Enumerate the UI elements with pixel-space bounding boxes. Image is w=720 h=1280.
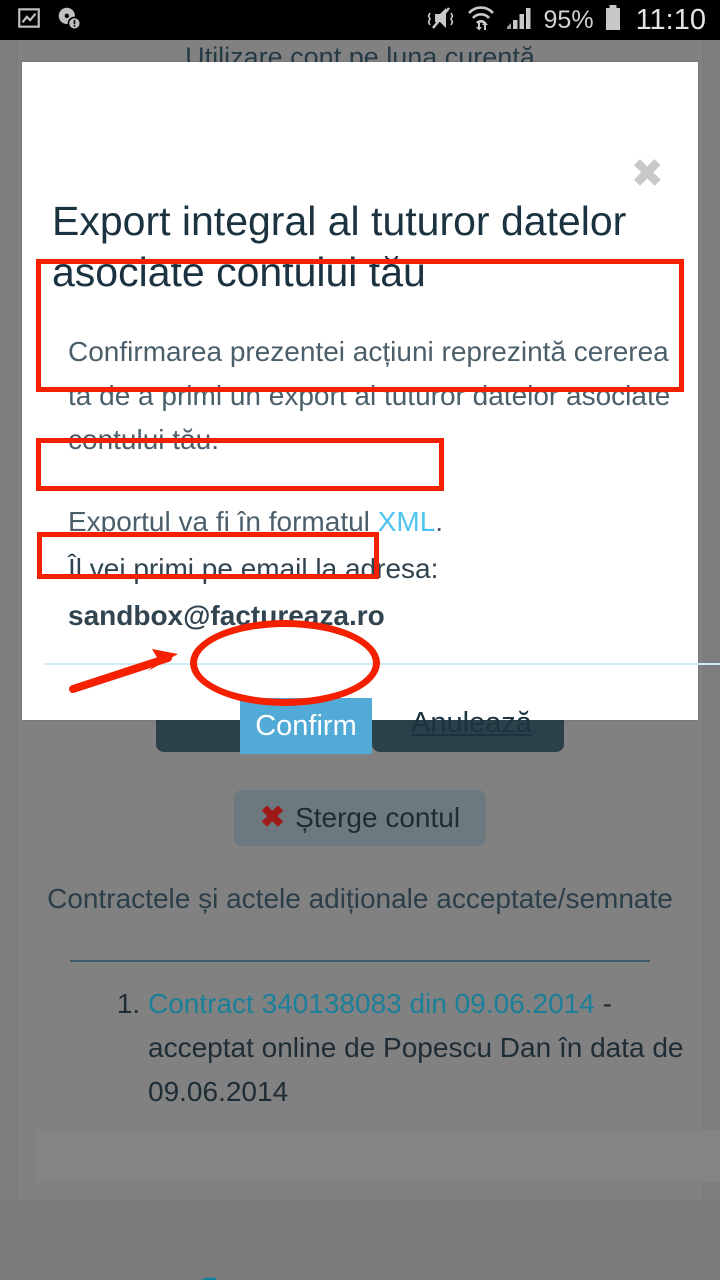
modal-divider (44, 663, 720, 665)
red-x-icon: ✖ (259, 801, 286, 834)
email-address: sandbox@factureaza.ro (68, 600, 385, 631)
section-divider (70, 960, 650, 962)
modal-paragraph: Confirmarea prezentei acțiuni reprezintă… (68, 336, 671, 455)
status-bar-right-icons: 95% 11:10 (427, 4, 706, 37)
cancel-link[interactable]: Anulează (411, 707, 532, 740)
contract-link[interactable]: Contract 340138083 din 09.06.2014 (148, 988, 595, 1019)
export-format-line: Exportul va fi în formatul XML. (68, 506, 443, 538)
contracts-list: Contract 340138083 din 09.06.2014 - acce… (110, 982, 690, 1114)
battery-percent-label: 95% (543, 5, 594, 34)
clock-label: 11:10 (635, 3, 706, 36)
screen: 95% 11:10 Utilizare cont pe luna curentă… (0, 0, 720, 1280)
signal-bars-icon (505, 5, 535, 36)
delete-account-button[interactable]: ✖ Șterge contul (233, 790, 487, 846)
status-bar: 95% 11:10 (0, 0, 720, 40)
email-info-line: Îl vei primi pe email la adresa: (68, 553, 439, 584)
close-icon[interactable]: ✖ (630, 154, 664, 194)
delete-account-label: Șterge contul (295, 802, 461, 833)
status-bar-left-icons (16, 5, 82, 36)
confirm-button[interactable]: Confirm (240, 698, 372, 754)
storage-warning-icon (56, 5, 82, 36)
page-band-upper (36, 1130, 720, 1182)
mute-vibrate-icon (427, 5, 457, 36)
xml-format-link[interactable]: XML (378, 506, 436, 537)
wifi-transfer-icon (466, 5, 496, 36)
battery-icon (603, 4, 623, 37)
export-format-prefix: Exportul va fi în formatul (68, 506, 378, 537)
export-format-suffix: . (435, 506, 444, 537)
contracts-section-title: Contractele și actele adiționale accepta… (47, 883, 673, 914)
screenshot-image-icon (16, 5, 42, 36)
footer-logo: factureaza (0, 1265, 720, 1280)
export-data-modal: ✖ Export integral al tuturor datelor aso… (22, 62, 720, 754)
list-item: Contract 340138083 din 09.06.2014 - acce… (148, 982, 690, 1114)
modal-title: Export integral al tuturor datelor asoci… (52, 198, 627, 295)
